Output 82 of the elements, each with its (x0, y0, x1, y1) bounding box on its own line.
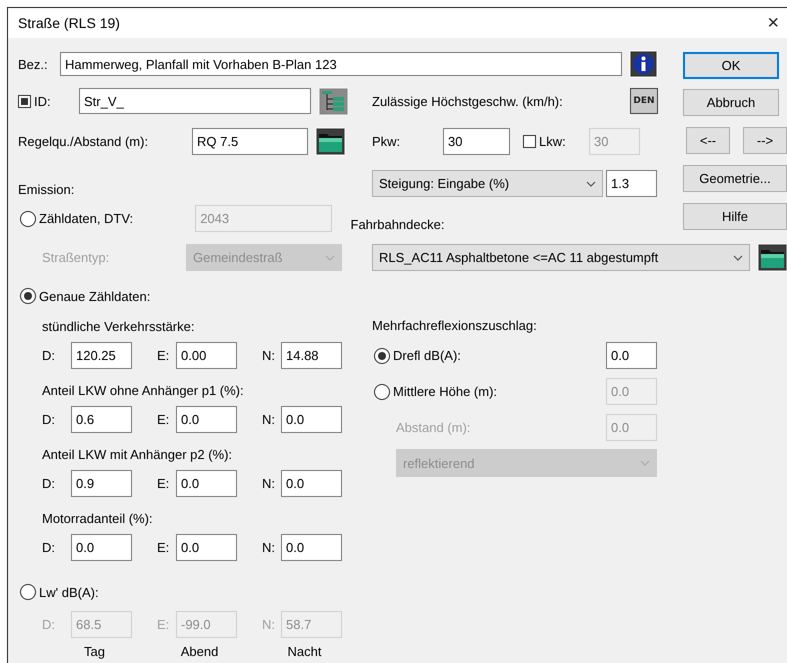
field-label: Straßentyp: (42, 250, 110, 265)
chevron-icon (733, 254, 743, 260)
surface-dropdown[interactable]: RLS_AC11 Asphaltbetone <=AC 11 abgestumpft (372, 244, 750, 271)
speed-field[interactable]: 30 (443, 128, 510, 154)
radio-button[interactable] (374, 384, 390, 400)
cell-label: N: (262, 476, 276, 491)
cell-label: E: (157, 540, 170, 555)
radio-label: Lw' dB(A): (39, 584, 99, 600)
chevron-icon (586, 180, 596, 186)
number-field[interactable]: 0.0 (281, 534, 342, 561)
chevron-icon (325, 254, 335, 260)
field-label: Zulässige Höchstgeschw. (km/h): (372, 94, 564, 108)
period-label: Abend (180, 644, 220, 658)
cell-label: D: (42, 617, 56, 632)
number-field[interactable]: 0.6 (71, 406, 132, 433)
close-button[interactable]: × (767, 13, 779, 33)
folder-icon[interactable] (758, 244, 787, 271)
radio-label: Genaue Zähldaten: (39, 288, 150, 304)
number-field[interactable]: 0.0 (606, 342, 657, 369)
folder-icon[interactable] (316, 128, 345, 154)
period-label: Nacht (286, 644, 322, 658)
cell-label: E: (157, 617, 170, 632)
id-field[interactable]: Str_V_ (79, 88, 311, 114)
number-field[interactable]: 0.0 (176, 406, 237, 433)
help-button[interactable]: Hilfe (683, 203, 787, 230)
ok-button[interactable]: OK (683, 52, 779, 79)
next-button[interactable]: --> (743, 127, 787, 154)
number-field[interactable]: 0.0 (281, 470, 342, 497)
number-field[interactable]: 0.00 (176, 342, 237, 369)
cell-label: N: (262, 348, 276, 363)
cell-label: D: (42, 540, 56, 555)
cell-label: D: (42, 412, 56, 427)
field-label: Abstand (m): (396, 420, 472, 434)
cell-label: N: (262, 617, 276, 632)
radio-label: Mittlere Höhe (m): (393, 384, 498, 399)
field-label: Regelqu./Abstand (m): (18, 134, 150, 148)
cell-label: D: (42, 348, 56, 363)
field-label: Pkw: (372, 134, 402, 148)
previous-button[interactable]: <-- (686, 127, 730, 154)
checkbox[interactable] (18, 94, 31, 108)
radio-label: Zähldaten, DTV: (39, 211, 134, 226)
period-label: Tag (83, 644, 106, 658)
cell-label: N: (262, 540, 276, 555)
group-label: Anteil LKW mit Anhänger p2 (%): (42, 446, 232, 462)
gradient-dropdown[interactable]: Steigung: Eingabe (%) (372, 170, 603, 197)
gradient-field[interactable]: 1.3 (606, 170, 657, 197)
den-button[interactable]: DEN (630, 88, 658, 114)
number-field[interactable]: 0.0 (176, 534, 237, 561)
number-field[interactable]: 120.25 (71, 342, 132, 369)
checkbox-label: Lkw: (539, 134, 567, 148)
number-field[interactable]: 0.0 (281, 406, 342, 433)
number-field[interactable]: 0.0 (71, 534, 132, 561)
radio-button[interactable] (20, 584, 36, 600)
radio-button[interactable] (20, 210, 36, 226)
window-title: Straße (RLS 19) (18, 15, 120, 31)
chevron-icon (640, 460, 650, 466)
cell-label: E: (157, 348, 170, 363)
number-field[interactable]: 0.0 (176, 470, 237, 497)
info-icon[interactable] (630, 51, 657, 77)
group-label: Anteil LKW ohne Anhänger p1 (%): (42, 382, 244, 398)
field-label: ID: (34, 94, 52, 108)
section-label: Emission: (18, 182, 74, 197)
cell-label: N: (262, 412, 276, 427)
radio-label: Drefl dB(A): (393, 348, 461, 363)
number-field[interactable]: 14.88 (281, 342, 342, 369)
field-label: Bez.: (18, 56, 49, 72)
field-label: Fahrbahndecke: (350, 217, 444, 232)
checkbox[interactable] (523, 134, 536, 148)
geometry-button[interactable]: Geometrie... (683, 165, 787, 192)
radio-button[interactable] (374, 348, 390, 364)
section-label: Mehrfachreflexionszuschlag: (372, 318, 537, 332)
cell-label: D: (42, 476, 56, 491)
cell-label: E: (157, 412, 170, 427)
group-label: Motorradanteil (%): (42, 510, 153, 526)
group-label: stündliche Verkehrsstärke: (42, 318, 194, 334)
cross-section-field[interactable]: RQ 7.5 (192, 128, 308, 154)
number-field[interactable]: 0.9 (71, 470, 132, 497)
radio-button[interactable] (20, 288, 36, 304)
cancel-button[interactable]: Abbruch (683, 89, 779, 116)
cell-label: E: (157, 476, 170, 491)
name-field[interactable]: Hammerweg, Planfall mit Vorhaben B-Plan 123 (60, 52, 622, 76)
tree-icon[interactable] (319, 88, 348, 114)
